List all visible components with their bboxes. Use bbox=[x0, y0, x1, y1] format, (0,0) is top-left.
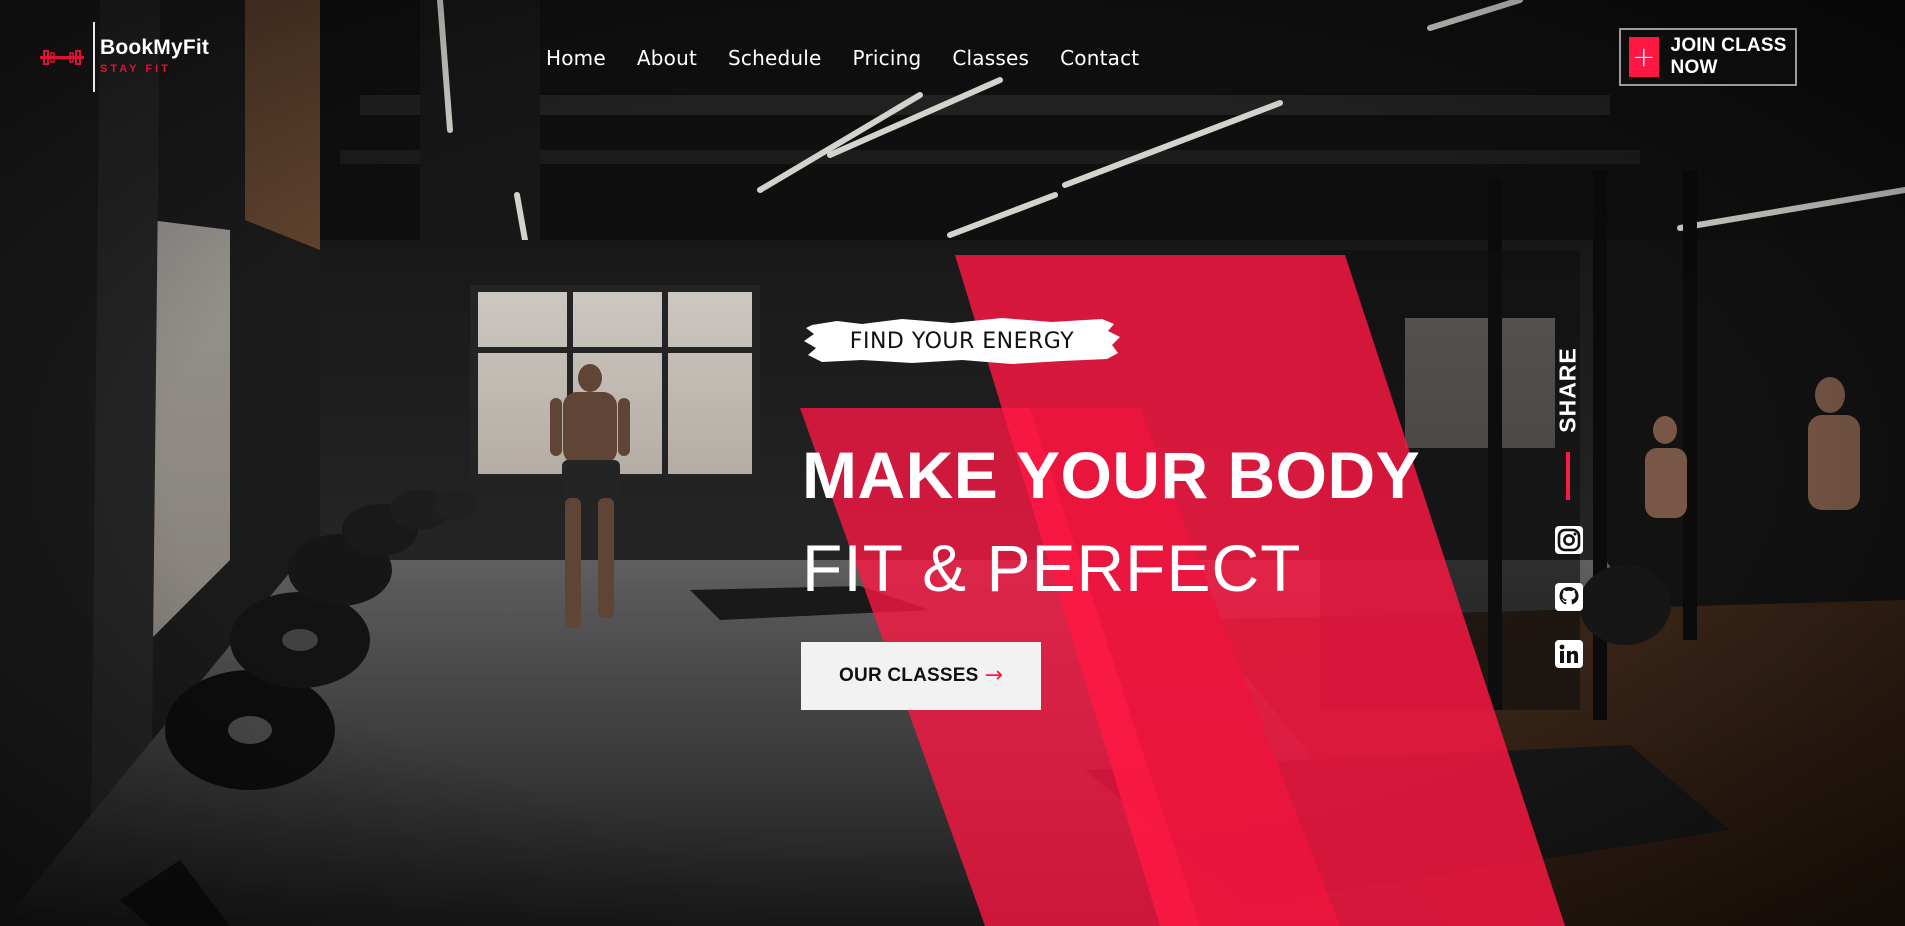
brand-logo[interactable] bbox=[40, 22, 94, 94]
nav-item-pricing[interactable]: Pricing bbox=[853, 44, 922, 72]
nav-item-home[interactable]: Home bbox=[546, 44, 606, 72]
our-classes-button[interactable]: OUR CLASSES → bbox=[801, 642, 1041, 710]
instagram-icon[interactable] bbox=[1553, 524, 1585, 556]
dumbbell-icon bbox=[40, 48, 84, 68]
linkedin-icon[interactable] bbox=[1553, 638, 1585, 670]
brand-wordmark[interactable]: BookMyFit STAY FIT bbox=[100, 36, 209, 75]
share-divider-line bbox=[1566, 452, 1570, 500]
share-label: SHARE bbox=[1548, 346, 1588, 434]
arrow-right-icon: → bbox=[984, 663, 1003, 688]
nav-item-contact[interactable]: Contact bbox=[1060, 44, 1139, 72]
hero-headline-line1: MAKE YOUR BODY bbox=[802, 438, 1421, 512]
hero-eyebrow-text: FIND YOUR ENERGY bbox=[849, 328, 1075, 354]
hero-eyebrow: FIND YOUR ENERGY bbox=[802, 315, 1122, 367]
main-navigation: Home About Schedule Pricing Classes Cont… bbox=[546, 44, 1170, 72]
our-classes-label: OUR CLASSES bbox=[839, 665, 979, 686]
brand-name: BookMyFit bbox=[100, 36, 210, 59]
nav-item-schedule[interactable]: Schedule bbox=[728, 44, 822, 72]
plus-icon: + bbox=[1629, 37, 1659, 77]
nav-item-classes[interactable]: Classes bbox=[952, 44, 1029, 72]
share-label-text: SHARE bbox=[1554, 347, 1581, 433]
hero-headline-line2: FIT & PERFECT bbox=[802, 531, 1302, 605]
brand-tagline: STAY FIT bbox=[100, 63, 171, 75]
github-icon[interactable] bbox=[1553, 581, 1585, 613]
join-class-label: JOIN CLASS NOW bbox=[1670, 35, 1787, 78]
join-class-button[interactable]: + JOIN CLASS NOW bbox=[1619, 28, 1797, 86]
nav-item-about[interactable]: About bbox=[637, 44, 697, 72]
logo-divider bbox=[93, 22, 95, 92]
